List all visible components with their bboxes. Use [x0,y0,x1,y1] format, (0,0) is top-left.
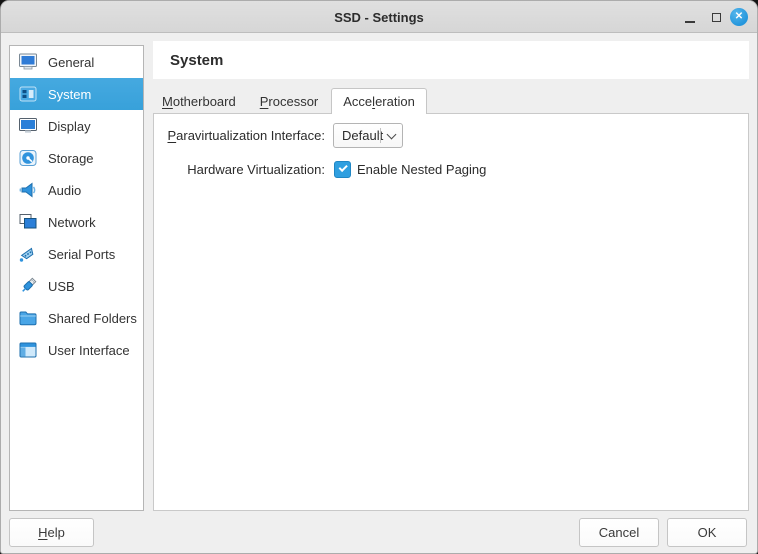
close-button[interactable]: ✕ [729,1,749,33]
page-title-bar: System [153,41,749,79]
user-interface-icon [17,339,39,361]
sidebar-item-general[interactable]: General [10,46,143,78]
cancel-button[interactable]: Cancel [579,518,659,547]
sidebar-item-label: USB [48,279,75,294]
general-icon [17,51,39,73]
maximize-button[interactable] [707,1,725,33]
storage-icon [17,147,39,169]
sidebar-item-display[interactable]: Display [10,110,143,142]
sidebar-item-label: Storage [48,151,94,166]
acceleration-tab-pane: Paravirtualization Interface: Default Ha… [153,113,749,511]
window-title: SSD - Settings [1,1,757,33]
shared-folders-icon [17,307,39,329]
hardware-virtualization-label: Hardware Virtualization: [162,157,325,182]
sidebar-item-serial-ports[interactable]: Serial Ports [10,238,143,270]
paravirtualization-interface-select[interactable]: Default [333,123,403,148]
enable-nested-paging-checkbox[interactable] [334,161,351,178]
sidebar-item-network[interactable]: Network [10,206,143,238]
close-icon: ✕ [730,8,748,26]
tab-motherboard[interactable]: Motherboard [151,89,247,114]
title-bar: SSD - Settings ✕ [1,1,757,33]
minimize-icon [685,21,695,23]
audio-icon [17,179,39,201]
serial-ports-icon [17,243,39,265]
sidebar-item-label: Shared Folders [48,311,137,326]
tab-acceleration[interactable]: Acceleration [331,88,427,114]
sidebar-item-storage[interactable]: Storage [10,142,143,174]
sidebar-item-label: Audio [48,183,81,198]
ok-button[interactable]: OK [667,518,747,547]
display-icon [17,115,39,137]
sidebar-item-label: Network [48,215,96,230]
chevron-down-icon [387,130,397,140]
usb-icon [17,275,39,297]
help-button[interactable]: Help [9,518,94,547]
paravirtualization-interface-label: Paravirtualization Interface: [162,123,325,148]
sidebar-item-shared-folders[interactable]: Shared Folders [10,302,143,334]
sidebar-item-label: System [48,87,91,102]
settings-category-list: General System Display Storage Audio [9,45,144,511]
settings-window: SSD - Settings ✕ General System [0,0,758,554]
sidebar-item-label: User Interface [48,343,130,358]
sidebar-item-label: Serial Ports [48,247,115,262]
enable-nested-paging-label[interactable]: Enable Nested Paging [357,157,486,182]
sidebar-item-user-interface[interactable]: User Interface [10,334,143,366]
sidebar-item-usb[interactable]: USB [10,270,143,302]
checkmark-icon [338,163,347,172]
sidebar-item-label: General [48,55,94,70]
sidebar-item-audio[interactable]: Audio [10,174,143,206]
paravirtualization-interface-value: Default [342,124,383,147]
select-divider [380,128,381,143]
system-icon [17,83,39,105]
network-icon [17,211,39,233]
sidebar-item-label: Display [48,119,91,134]
minimize-button[interactable] [681,1,699,33]
sidebar-item-system[interactable]: System [10,78,143,110]
maximize-icon [712,13,721,22]
page-title: System [170,52,223,69]
tab-bar: Motherboard Processor Acceleration [151,88,429,114]
tab-processor[interactable]: Processor [249,89,330,114]
